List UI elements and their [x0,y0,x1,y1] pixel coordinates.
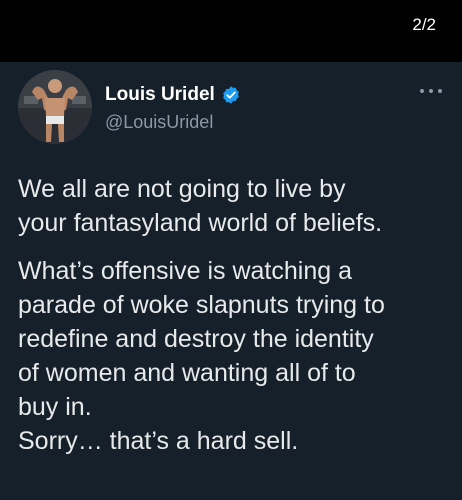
tweet: Louis Uridel @LouisUridel We all are not… [0,62,462,500]
tweet-text: We all are not going to live by your fan… [18,172,448,458]
tweet-line: What’s offensive is watching a [18,257,352,285]
more-options-icon[interactable] [420,86,442,96]
tweet-line: buy in. [18,393,92,421]
tweet-line: We all are not going to live by [18,175,346,203]
tweet-line: parade of woke slapnuts trying to [18,291,385,319]
author-handle[interactable]: @LouisUridel [105,112,213,133]
verified-badge-icon [221,85,241,105]
author-name-row[interactable]: Louis Uridel [105,84,241,106]
author-name[interactable]: Louis Uridel [105,84,215,106]
tweet-paragraph-1: We all are not going to live by your fan… [18,172,448,240]
tweet-line: Sorry… that’s a hard sell. [18,427,299,455]
page-indicator: 2/2 [412,15,436,34]
top-bar: 2/2 [0,0,462,62]
tweet-line: of women and wanting all of to [18,359,356,387]
avatar[interactable] [18,70,92,144]
avatar-image [18,70,92,144]
tweet-line: redefine and destroy the identity [18,325,374,353]
tweet-line: your fantasyland world of beliefs. [18,209,383,237]
tweet-paragraph-2: What’s offensive is watching a parade of… [18,254,448,458]
